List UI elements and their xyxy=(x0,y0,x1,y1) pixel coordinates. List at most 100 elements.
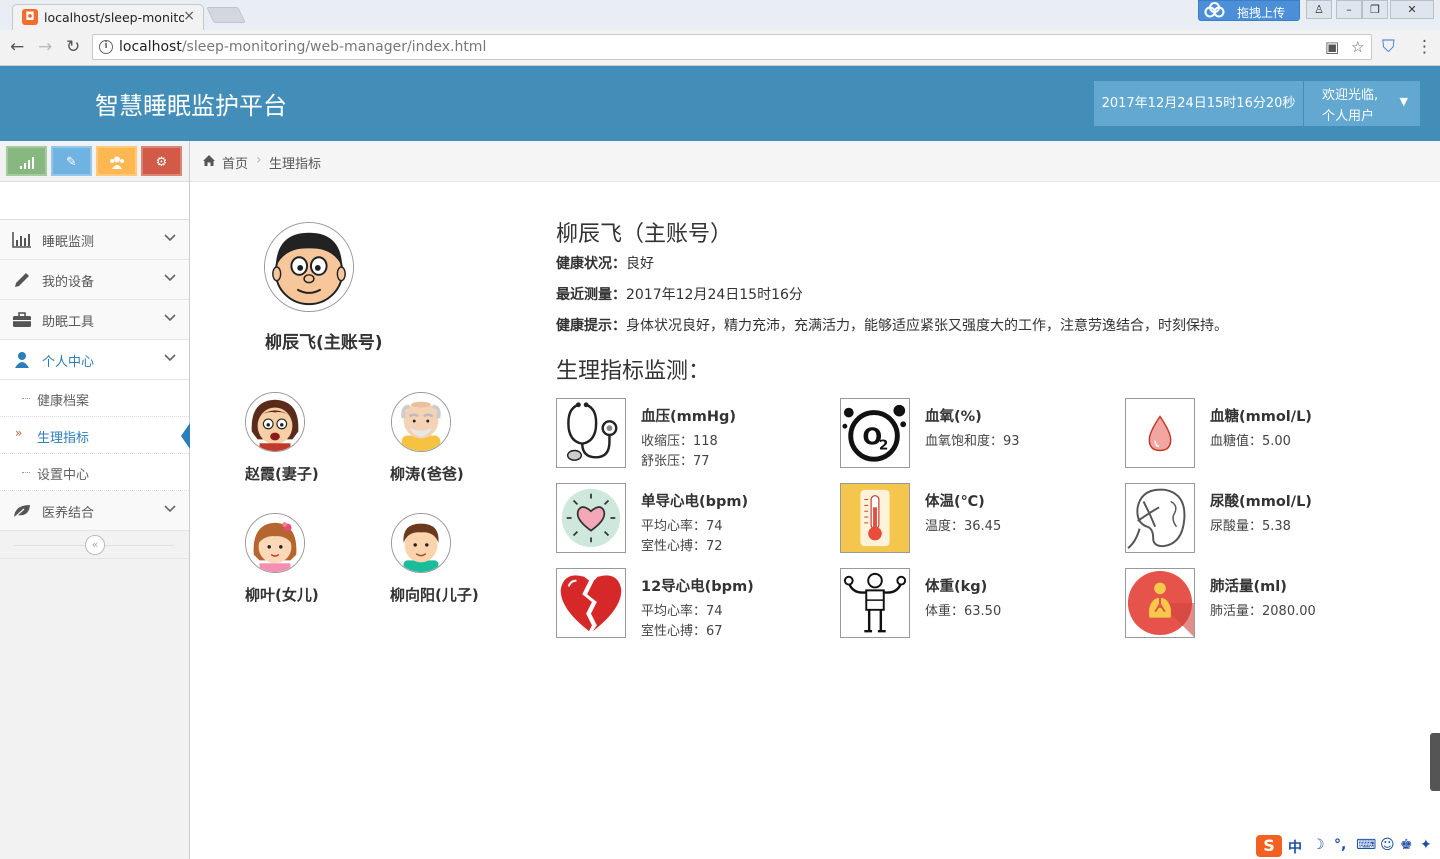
side-scroll-widget[interactable] xyxy=(1430,733,1440,791)
menu-dots-icon[interactable]: ⋮ xyxy=(1416,37,1433,57)
minimize-icon[interactable]: – xyxy=(1336,0,1362,19)
metric-title: 单导心电(bpm) xyxy=(641,494,749,510)
info-icon[interactable]: i xyxy=(99,40,113,54)
sidebar-item-label: 个人中心 xyxy=(42,355,95,370)
sidebar-subitem-health-records[interactable]: 健康档案 xyxy=(0,380,189,417)
breadcrumb-home-link[interactable]: 首页 xyxy=(222,153,248,172)
ime-mode-toggle[interactable]: 中 xyxy=(1288,837,1302,857)
metric-title: 体重(kg) xyxy=(925,579,988,595)
shortcut-chart-button[interactable] xyxy=(6,146,47,176)
metric-vital-capacity[interactable]: 肺活量(ml) 肺活量：2080.00 xyxy=(1125,568,1405,640)
oxygen-icon: O 2 xyxy=(842,404,907,462)
breadcrumb-current: 生理指标 xyxy=(269,157,322,172)
punctuation-icon[interactable]: °, xyxy=(1334,837,1346,853)
keyboard-icon[interactable]: ⌨ xyxy=(1356,837,1376,853)
member-name: 赵霞(妻子) xyxy=(245,465,319,483)
double-angle-right-icon: » xyxy=(15,426,23,440)
window-close-icon[interactable]: ✕ xyxy=(1390,0,1434,19)
sidebar-item-sleep-aids[interactable]: 助眠工具 xyxy=(0,300,189,340)
user-name: 个人用户 xyxy=(1322,109,1375,124)
sidebar-subitem-label: 健康档案 xyxy=(37,394,90,409)
collapse-sidebar-icon[interactable]: « xyxy=(85,535,105,555)
chevron-down-icon xyxy=(164,274,176,282)
sidebar-shortcuts: ✎ ⚙ xyxy=(0,141,189,182)
svg-text:2: 2 xyxy=(879,438,888,454)
sidebar-item-label: 睡眠监测 xyxy=(42,235,95,250)
tab-close-icon[interactable]: × xyxy=(183,8,195,24)
sogou-ime-icon[interactable]: S xyxy=(1256,835,1282,857)
pencil-icon xyxy=(15,273,29,287)
avatar-daughter[interactable] xyxy=(245,513,305,573)
extension-shield-icon[interactable]: ⛉ xyxy=(1382,37,1395,57)
tab-title: localhost/sleep-monito xyxy=(44,10,184,25)
avatar-wife[interactable] xyxy=(245,392,305,452)
sidebar-subitem-settings[interactable]: 设置中心 xyxy=(0,454,189,491)
url-text: localhost/sleep-monitoring/web-manager/i… xyxy=(119,39,487,55)
breadcrumb-separator-icon: › xyxy=(256,152,262,168)
reload-icon[interactable]: ↻ xyxy=(66,37,80,57)
metric-value: 室性心搏：72 xyxy=(641,539,723,554)
health-tip-label: 健康提示： xyxy=(556,318,626,334)
restore-icon[interactable]: ❐ xyxy=(1362,0,1388,19)
ime-user-icon[interactable]: ☺ xyxy=(1380,837,1395,853)
shortcut-users-button[interactable] xyxy=(96,146,137,176)
metric-value: 血氧饱和度：93 xyxy=(925,434,1020,449)
shortcut-edit-button[interactable]: ✎ xyxy=(51,146,92,176)
section-title: 生理指标监测： xyxy=(556,359,711,384)
breadcrumb: 首页 › 生理指标 xyxy=(190,141,1440,182)
chevron-down-icon xyxy=(164,314,176,322)
shortcut-settings-button[interactable]: ⚙ xyxy=(141,146,182,176)
sidebar-item-sleep-monitoring[interactable]: 睡眠监测 xyxy=(0,220,189,260)
welcome-text: 欢迎光临, xyxy=(1322,88,1379,103)
briefcase-icon xyxy=(13,312,31,327)
wife-avatar-icon xyxy=(246,393,304,451)
metric-12-lead-ecg[interactable]: 12导心电(bpm) 平均心率：74 室性心搏：67 xyxy=(556,568,836,640)
url-input[interactable]: i localhost/sleep-monitoring/web-manager… xyxy=(92,34,1372,60)
health-status-value: 良好 xyxy=(626,256,654,272)
sidebar-item-medical-care[interactable]: 医养结合 xyxy=(0,491,189,531)
metric-blood-pressure[interactable]: 血压(mmHg) 收缩压：118 舒张压：77 xyxy=(556,398,836,470)
thermometer-icon xyxy=(841,484,909,552)
metric-value: 舒张压：77 xyxy=(641,454,710,469)
moon-icon[interactable]: ☽ xyxy=(1312,837,1325,853)
sidebar-subitem-label: 设置中心 xyxy=(37,468,90,483)
metric-blood-oxygen[interactable]: O 2 血氧(%) 血氧饱和度：93 xyxy=(840,398,1120,470)
tools-icon[interactable]: ✦ xyxy=(1420,837,1432,853)
kidney-icon xyxy=(1127,488,1186,549)
main-content: 柳辰飞(主账号) 赵霞(妻子) 柳涛(爸爸) 柳叶(女儿) 柳向阳(儿子) 柳辰… xyxy=(190,182,1440,859)
metric-title: 12导心电(bpm) xyxy=(641,579,754,595)
blood-drop-icon xyxy=(1148,415,1172,452)
metric-single-lead-ecg[interactable]: 单导心电(bpm) 平均心率：74 室性心搏：72 xyxy=(556,483,836,555)
user-menu[interactable]: 欢迎光临, 个人用户 ▼ xyxy=(1304,81,1420,126)
skin-icon[interactable]: ♚ xyxy=(1400,837,1413,853)
metric-value: 平均心率：74 xyxy=(641,519,723,534)
pencil-icon: ✎ xyxy=(66,155,77,170)
back-icon[interactable]: ← xyxy=(10,37,24,57)
metric-value: 血糖值：5.00 xyxy=(1210,434,1291,449)
sidebar-item-my-devices[interactable]: 我的设备 xyxy=(0,260,189,300)
app-header: 智慧睡眠监护平台 2017年12月24日15时16分20秒 欢迎光临, 个人用户… xyxy=(0,66,1440,141)
metric-blood-glucose[interactable]: 血糖(mmol/L) 血糖值：5.00 xyxy=(1125,398,1405,470)
app-title: 智慧睡眠监护平台 xyxy=(95,92,287,120)
forward-icon[interactable]: → xyxy=(38,37,52,57)
avatar-main-account[interactable] xyxy=(264,222,354,312)
browser-tab[interactable]: ◘ localhost/sleep-monito × xyxy=(12,4,204,30)
avatar-father[interactable] xyxy=(391,392,451,452)
metric-uric-acid[interactable]: 尿酸(mmol/L) 尿酸量：5.38 xyxy=(1125,483,1405,555)
metric-body-temperature[interactable]: 体温(℃) 温度：36.45 xyxy=(840,483,1120,555)
bookmark-star-icon[interactable]: ☆ xyxy=(1351,38,1364,56)
upload-button[interactable]: 拖拽上传 xyxy=(1198,0,1300,21)
sidebar-item-personal-center[interactable]: 个人中心 xyxy=(0,340,189,380)
avatar-son[interactable] xyxy=(391,513,451,573)
metric-body-weight[interactable]: 体重(kg) 体重：63.50 xyxy=(840,568,1120,640)
nobita-dad-avatar-icon xyxy=(265,223,353,311)
sidebar-item-label: 医养结合 xyxy=(42,506,95,521)
bar-chart-icon xyxy=(12,232,31,248)
sidebar-subitem-vital-signs[interactable]: » 生理指标 xyxy=(0,417,190,454)
user-profile-icon[interactable]: ♙ xyxy=(1306,0,1332,19)
translate-icon[interactable]: ▣ xyxy=(1325,38,1339,56)
metric-value: 肺活量：2080.00 xyxy=(1210,604,1316,619)
sidebar-item-label: 助眠工具 xyxy=(42,315,95,330)
new-tab-button[interactable] xyxy=(206,7,246,23)
lungs-icon xyxy=(1127,570,1194,637)
